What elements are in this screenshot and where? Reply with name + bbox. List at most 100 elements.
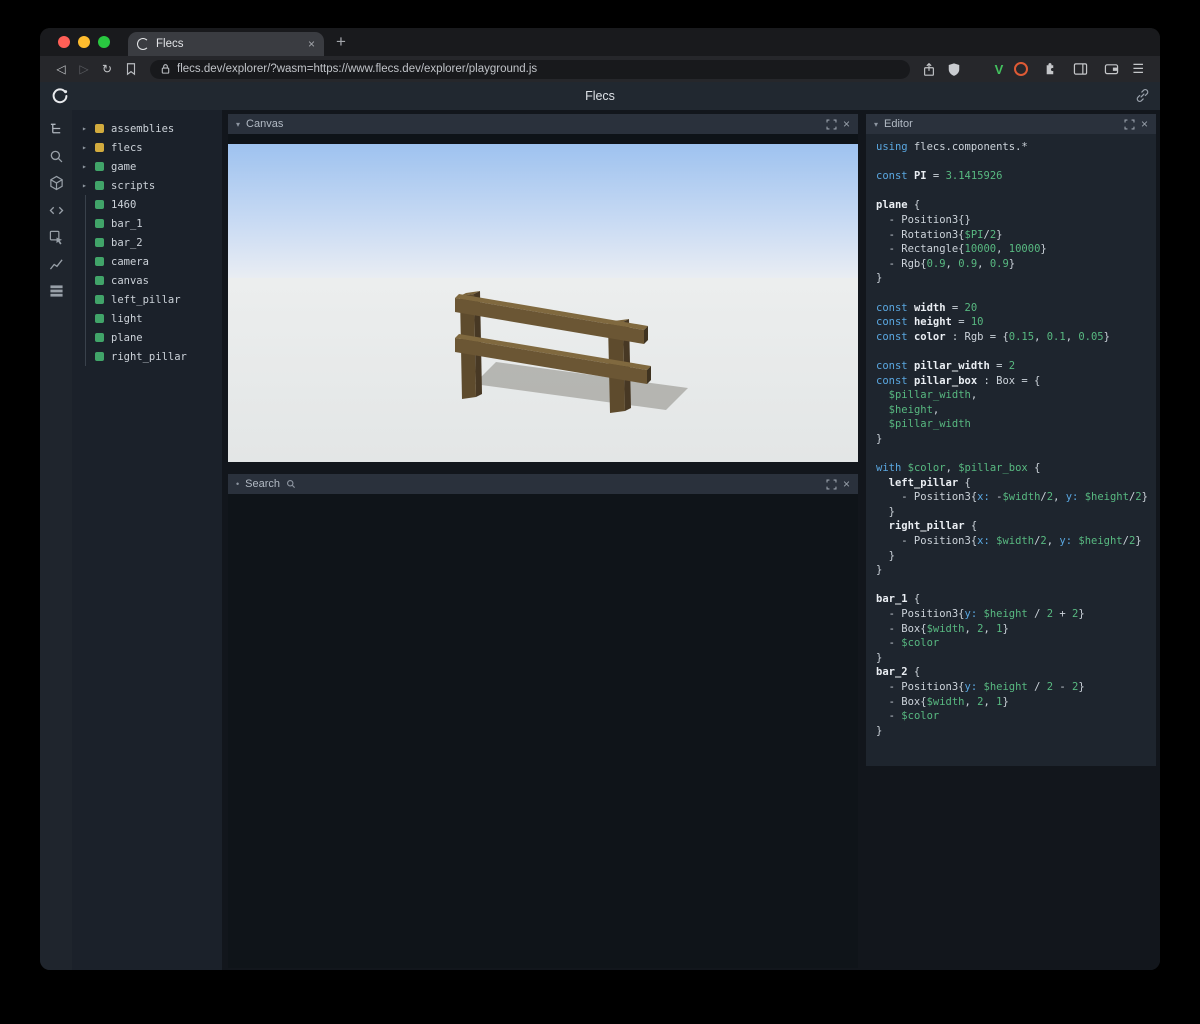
- bullet-icon[interactable]: •: [236, 479, 239, 489]
- expand-arrow-icon[interactable]: ▸: [82, 143, 95, 152]
- search-tool-icon[interactable]: [45, 147, 67, 165]
- url-bar[interactable]: flecs.dev/explorer/?wasm=https://www.fle…: [150, 59, 910, 79]
- tree-item-label: flecs: [111, 141, 143, 154]
- browser-tab[interactable]: Flecs ×: [128, 32, 324, 56]
- editor-panel: ▾ Editor × using flecs.components.* cons…: [866, 114, 1156, 766]
- bookmark-icon[interactable]: [121, 59, 141, 79]
- tree-view-icon[interactable]: [45, 120, 67, 138]
- tree-item-label: 1460: [111, 198, 137, 211]
- tree-item[interactable]: bar_1: [72, 214, 222, 233]
- tree-item-label: bar_1: [111, 217, 143, 230]
- tree-item-label: left_pillar: [111, 293, 181, 306]
- search-panel-title: Search: [245, 478, 281, 490]
- window-controls: [58, 36, 110, 48]
- editor-panel-header[interactable]: ▾ Editor ×: [866, 114, 1156, 134]
- close-icon[interactable]: ×: [843, 478, 850, 490]
- close-icon[interactable]: ×: [1141, 118, 1148, 130]
- extensions-puzzle-icon[interactable]: [1039, 59, 1059, 79]
- code-line: plane {: [876, 199, 921, 212]
- code-line: const color : Rgb = {0.15, 0.1, 0.05}: [876, 330, 1110, 343]
- statistics-chart-icon[interactable]: [45, 255, 67, 273]
- share-link-icon[interactable]: [1135, 88, 1150, 103]
- ring-extension-icon[interactable]: [1014, 62, 1029, 76]
- menu-icon[interactable]: ☰: [1132, 61, 1144, 77]
- editor-code[interactable]: using flecs.components.* const PI = 3.14…: [866, 134, 1156, 766]
- code-line: }: [876, 505, 895, 518]
- tree-item[interactable]: canvas: [72, 271, 222, 290]
- tab-title: Flecs: [156, 38, 184, 50]
- tree-item[interactable]: light: [72, 309, 222, 328]
- wallet-icon[interactable]: [1101, 59, 1121, 79]
- chevron-down-icon[interactable]: ▾: [236, 120, 240, 129]
- tables-rows-icon[interactable]: [45, 282, 67, 300]
- code-line: const width = 20: [876, 301, 978, 314]
- code-line: using flecs.components.*: [876, 141, 1028, 153]
- tree-item[interactable]: right_pillar: [72, 347, 222, 366]
- close-window-button[interactable]: [58, 36, 70, 48]
- app-header: Flecs: [40, 82, 1160, 110]
- code-line: - Rotation3{$PI/2}: [876, 228, 1003, 241]
- reload-button[interactable]: ↻: [98, 63, 116, 75]
- code-line: - Box{$width, 2, 1}: [876, 622, 1009, 635]
- code-line: const height = 10: [876, 316, 984, 329]
- chevron-down-icon[interactable]: ▾: [874, 120, 878, 129]
- code-line: }: [876, 724, 883, 737]
- code-line: }: [876, 564, 883, 577]
- code-tool-icon[interactable]: [45, 201, 67, 219]
- sidebar-toggle-icon[interactable]: [1070, 59, 1090, 79]
- close-icon[interactable]: ×: [843, 118, 850, 130]
- forward-button[interactable]: ▷: [75, 63, 93, 75]
- tree-guide-line: [82, 290, 95, 309]
- tree-item[interactable]: 1460: [72, 195, 222, 214]
- tree-item[interactable]: left_pillar: [72, 290, 222, 309]
- code-line: - $color: [876, 710, 940, 723]
- tree-item[interactable]: ▸ flecs: [72, 138, 222, 157]
- tree-item[interactable]: ▸ game: [72, 157, 222, 176]
- tree-item-label: canvas: [111, 274, 149, 287]
- search-panel-header[interactable]: • Search ×: [228, 474, 858, 494]
- tree-item-label: game: [111, 160, 137, 173]
- new-tab-button[interactable]: +: [336, 32, 346, 52]
- tab-close-icon[interactable]: ×: [308, 38, 315, 50]
- tree-item[interactable]: bar_2: [72, 233, 222, 252]
- search-results-area[interactable]: [228, 494, 858, 968]
- code-line: $height,: [888, 403, 940, 416]
- minimize-window-button[interactable]: [78, 36, 90, 48]
- module-icon: [95, 124, 104, 133]
- code-line: - Position3{}: [876, 213, 971, 226]
- fullscreen-icon[interactable]: [826, 118, 837, 130]
- code-line: bar_2 {: [876, 666, 921, 679]
- canvas-panel-header[interactable]: ▾ Canvas ×: [228, 114, 858, 134]
- code-line: bar_1 {: [876, 593, 921, 606]
- shield-icon[interactable]: [944, 59, 964, 79]
- expand-arrow-icon[interactable]: ▸: [82, 181, 95, 190]
- entity-icon: [95, 333, 104, 342]
- back-button[interactable]: ◁: [52, 63, 70, 75]
- canvas-3d-viewport[interactable]: [228, 134, 858, 462]
- entities-cube-icon[interactable]: [45, 174, 67, 192]
- tree-item-label: assemblies: [111, 122, 175, 135]
- editor-panel-title: Editor: [884, 118, 913, 130]
- tree-item[interactable]: camera: [72, 252, 222, 271]
- expand-arrow-icon[interactable]: ▸: [82, 124, 95, 133]
- expand-arrow-icon[interactable]: ▸: [82, 162, 95, 171]
- inspector-cursor-icon[interactable]: [45, 228, 67, 246]
- code-line: - $color: [876, 637, 940, 650]
- tree-guide-line: [82, 214, 95, 233]
- zoom-window-button[interactable]: [98, 36, 110, 48]
- tree-item[interactable]: ▸ scripts: [72, 176, 222, 195]
- entity-tree: ▸ assemblies ▸ flecs ▸ game ▸ scripts 1460 bar_1b…: [72, 110, 222, 970]
- code-line: const pillar_box : Box = {: [876, 374, 1041, 387]
- code-line: const PI = 3.1415926: [876, 170, 1003, 183]
- share-icon[interactable]: [919, 59, 939, 79]
- tree-item[interactable]: ▸ assemblies: [72, 119, 222, 138]
- v-extension-icon[interactable]: V: [995, 62, 1004, 77]
- fullscreen-icon[interactable]: [826, 478, 837, 490]
- code-line: }: [876, 549, 895, 562]
- fullscreen-icon[interactable]: [1124, 118, 1135, 130]
- tree-item[interactable]: plane: [72, 328, 222, 347]
